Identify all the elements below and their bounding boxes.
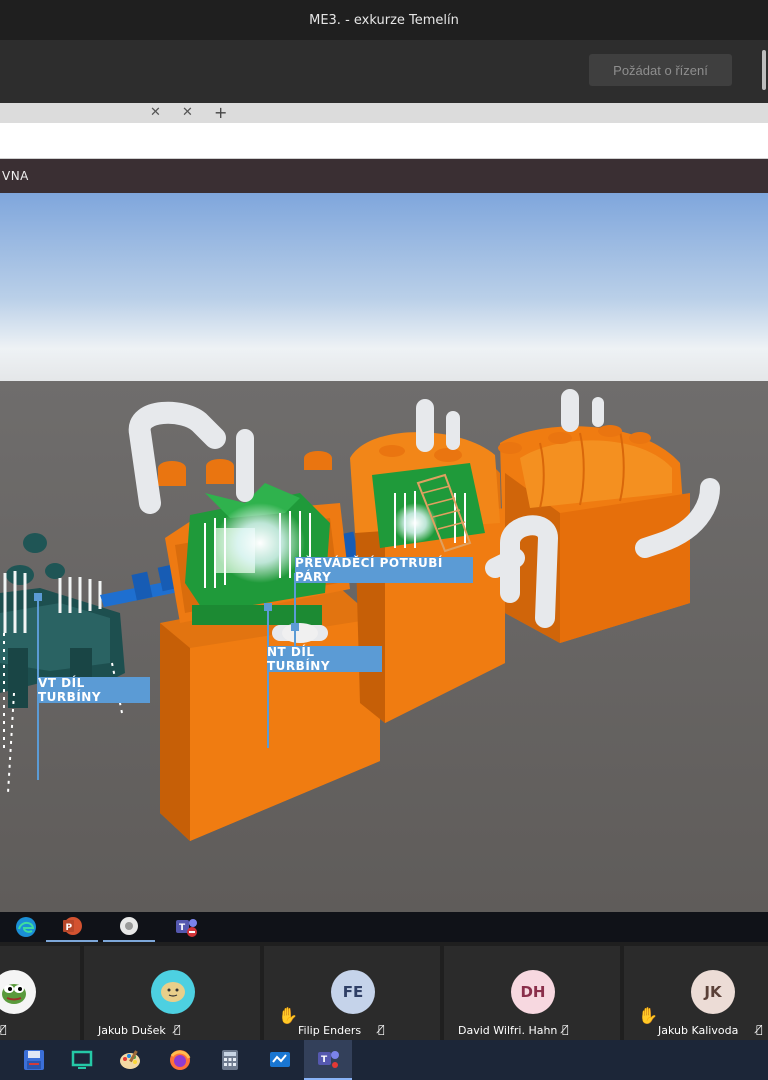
firefox-icon[interactable] [156, 1040, 204, 1080]
svg-text:T: T [179, 923, 186, 933]
label-steam-transfer-pipe[interactable]: PŘEVÁDĚCÍ POTRUBÍ PÁRY [295, 556, 473, 584]
label-vt-turbine[interactable]: VT DÍL TURBÍNY [38, 676, 150, 704]
potato-avatar-icon [161, 982, 185, 1002]
participant-tile[interactable]: DH David Wilfri. Hahn 🎙̸ [444, 946, 620, 1040]
teams-icon[interactable]: T [304, 1040, 352, 1080]
teams-icon[interactable]: T [160, 912, 212, 942]
raised-hand-icon: ✋ [278, 1006, 298, 1025]
title-bar: ME3. - exkurze Temelín [0, 0, 768, 40]
scrollbar-thumb[interactable] [762, 50, 766, 90]
participant-tile[interactable]: 🎙̸ [0, 946, 80, 1040]
muted-mic-icon: 🎙̸ [562, 1023, 569, 1036]
meeting-toolbar: Požádat o řízení [0, 40, 768, 103]
label-nt-turbine[interactable]: NT DÍL TURBÍNY [267, 645, 382, 673]
app-header-text: VNA [2, 169, 29, 183]
muted-mic-icon: 🎙̸ [174, 1023, 181, 1036]
save-icon[interactable] [10, 1040, 58, 1080]
avatar: JK [691, 970, 735, 1014]
turbine-3d-scene[interactable] [0, 193, 768, 912]
edge-icon[interactable] [0, 912, 52, 942]
avatar: DH [511, 970, 555, 1014]
muted-mic-icon: 🎙̸ [0, 1023, 7, 1036]
participant-name: Jakub Kalivoda [658, 1024, 739, 1037]
app-header: VNA [0, 159, 768, 193]
tab-close-icon[interactable]: ✕ [150, 105, 161, 120]
svg-text:T: T [321, 1055, 328, 1065]
request-control-button[interactable]: Požádat o řízení [589, 54, 732, 86]
screen-icon[interactable] [58, 1040, 106, 1080]
tab-close-icon[interactable]: ✕ [182, 105, 193, 120]
powerpoint-icon[interactable]: P [46, 912, 98, 942]
teams-window: ME3. - exkurze Temelín Požádat o řízení … [0, 0, 768, 1080]
new-tab-icon[interactable]: + [214, 103, 227, 122]
calculator-icon[interactable] [206, 1040, 254, 1080]
participant-tile[interactable]: ✋ JK Jakub Kalivoda 🎙̸ [624, 946, 768, 1040]
whiteboard-icon[interactable] [256, 1040, 304, 1080]
avatar [0, 970, 36, 1014]
raised-hand-icon: ✋ [638, 1006, 658, 1025]
windows-taskbar: T [0, 1040, 768, 1080]
shared-screen: ✕ ✕ + VNA VT DÍL TURBÍNY NT DÍL TURBÍNY … [0, 103, 768, 912]
participant-name: Jakub Dušek [98, 1024, 166, 1037]
avatar: FE [331, 970, 375, 1014]
avatar [151, 970, 195, 1014]
browser-tab-strip: ✕ ✕ + [0, 103, 768, 123]
participants-strip: 🎙̸ Jakub Dušek 🎙̸ ✋ FE Filip Enders 🎙̸ D… [0, 942, 768, 1040]
participant-tile[interactable]: Jakub Dušek 🎙̸ [84, 946, 260, 1040]
paint-icon[interactable] [106, 1040, 154, 1080]
participant-name: David Wilfri. Hahn [458, 1024, 558, 1037]
svg-text:P: P [66, 923, 73, 933]
window-title: ME3. - exkurze Temelín [309, 12, 459, 28]
remote-taskbar: P T [0, 912, 768, 942]
muted-mic-icon: 🎙̸ [378, 1023, 385, 1036]
muted-mic-icon: 🎙̸ [756, 1023, 763, 1036]
participant-tile[interactable]: ✋ FE Filip Enders 🎙̸ [264, 946, 440, 1040]
pepe-avatar-icon [2, 984, 26, 1004]
participant-name: Filip Enders [298, 1024, 362, 1037]
browser-address-bar[interactable] [0, 123, 768, 159]
app-icon[interactable] [103, 912, 155, 942]
